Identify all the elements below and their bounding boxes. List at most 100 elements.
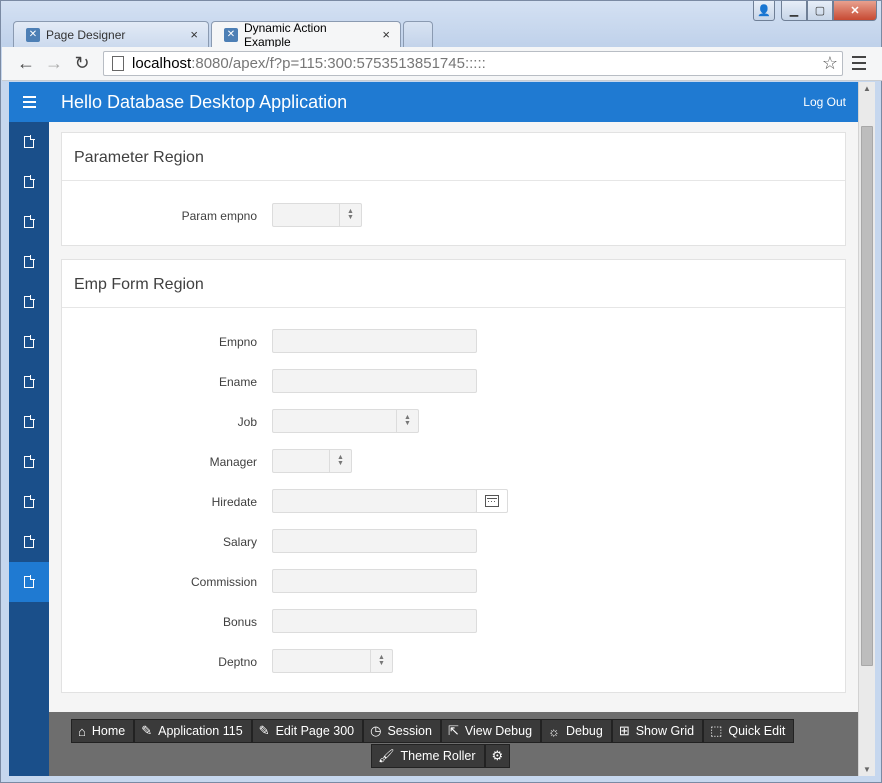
close-window-button[interactable]: ✕: [833, 1, 877, 21]
tab-label: Page Designer: [46, 27, 126, 42]
scroll-up-icon[interactable]: ▲: [863, 84, 871, 93]
dev-theme-roller-button[interactable]: 🖌 Theme Roller: [371, 744, 485, 768]
job-select[interactable]: ▲ ▼: [272, 409, 419, 433]
ename-input[interactable]: [272, 369, 477, 393]
page-icon: [24, 455, 35, 468]
grid-icon: ⊞: [618, 723, 630, 738]
tab-strip: ✕ Page Designer × ✕ Dynamic Action Examp…: [13, 20, 435, 49]
sidenav-item[interactable]: [9, 282, 49, 322]
bookmark-star-icon[interactable]: ☆: [822, 53, 838, 74]
sidenav-item-active[interactable]: [9, 562, 49, 602]
minimize-button[interactable]: ▁: [781, 1, 807, 21]
sidenav-item[interactable]: [9, 442, 49, 482]
page-icon: [24, 415, 35, 428]
close-tab-icon[interactable]: ×: [382, 27, 390, 42]
reload-icon[interactable]: ↻: [68, 50, 96, 78]
sidenav-item[interactable]: [9, 242, 49, 282]
vertical-scrollbar[interactable]: ▲ ▼: [858, 82, 875, 776]
browser-window: ✕ Page Designer × ✕ Dynamic Action Examp…: [0, 0, 882, 783]
dev-edit-page-button[interactable]: ✎ Edit Page 300: [251, 719, 364, 743]
tab-dynamic-action-example[interactable]: ✕ Dynamic Action Example ×: [211, 20, 401, 49]
page-icon: [24, 135, 35, 148]
home-icon: ⌂: [78, 723, 86, 739]
sidenav-item[interactable]: [9, 122, 49, 162]
back-arrow-icon[interactable]: ←: [12, 50, 40, 78]
dev-edit-page-label: Edit Page 300: [275, 724, 355, 738]
field-label: Manager: [209, 455, 257, 469]
tab-label: Dynamic Action Example: [243, 20, 327, 49]
dev-quick-edit-button[interactable]: ⬚ Quick Edit: [703, 719, 795, 743]
bug-icon: ☼: [548, 723, 560, 739]
commission-row: Commission: [62, 569, 847, 595]
dev-home-button[interactable]: ⌂ Home: [71, 719, 135, 743]
sidenav-item[interactable]: [9, 522, 49, 562]
address-bar[interactable]: localhost:8080/apex/f?p=115:300:57535138…: [103, 51, 843, 76]
salary-row: Salary: [62, 529, 847, 555]
dev-toolbar-row-2: 🖌 Theme Roller ⚙: [371, 744, 511, 768]
select-arrows-icon: ▲ ▼: [370, 650, 392, 672]
apex-favicon-icon: ✕: [26, 27, 40, 42]
field-label: Ename: [218, 375, 257, 389]
title-bar: ✕ Page Designer × ✕ Dynamic Action Examp…: [1, 1, 881, 49]
commission-input[interactable]: [272, 569, 477, 593]
page-icon: [24, 255, 35, 268]
url-host: localhost: [132, 55, 192, 72]
quick-edit-cursor-icon: ⬚: [710, 723, 723, 738]
hiredate-input[interactable]: [272, 489, 477, 513]
job-row: Job ▲ ▼: [62, 409, 847, 435]
browser-menu-icon[interactable]: [850, 53, 868, 73]
logout-link[interactable]: Log Out: [803, 95, 846, 109]
page-icon: [24, 535, 35, 548]
close-tab-icon[interactable]: ×: [190, 27, 198, 42]
dev-application-label: Application 115: [158, 724, 243, 738]
page-icon: [24, 295, 35, 308]
emp-form-region: Emp Form Region Empno Ename Job ▲ ▼ Manag: [61, 259, 846, 693]
scroll-down-icon[interactable]: ▼: [863, 765, 871, 774]
sidenav-item[interactable]: [9, 402, 49, 442]
tab-page-designer[interactable]: ✕ Page Designer ×: [13, 21, 209, 47]
new-tab-button[interactable]: [403, 21, 433, 47]
dev-theme-roller-label: Theme Roller: [400, 749, 476, 763]
field-label: Job: [237, 415, 257, 429]
dev-settings-button[interactable]: ⚙: [484, 744, 511, 768]
user-icon[interactable]: 👤: [753, 1, 775, 21]
dev-home-label: Home: [91, 724, 126, 738]
sidenav-item[interactable]: [9, 162, 49, 202]
dev-view-debug-button[interactable]: ⇱ View Debug: [440, 719, 542, 743]
scroll-thumb[interactable]: [861, 126, 873, 666]
bonus-row: Bonus: [62, 609, 847, 635]
dev-session-button[interactable]: ◷ Session: [363, 719, 441, 743]
main-content: Parameter Region Param empno ▲ ▼ Emp Form…: [49, 122, 858, 776]
bonus-input[interactable]: [272, 609, 477, 633]
region-title: Parameter Region: [62, 133, 845, 181]
field-label: Empno: [218, 335, 257, 349]
deptno-select[interactable]: ▲ ▼: [272, 649, 393, 673]
maximize-button[interactable]: ▢: [807, 1, 833, 21]
dev-show-grid-button[interactable]: ⊞ Show Grid: [611, 719, 704, 743]
apex-app: Hello Database Desktop Application Log O…: [9, 82, 858, 776]
sidenav-item[interactable]: [9, 482, 49, 522]
page-icon: [24, 335, 35, 348]
page-info-icon[interactable]: [112, 56, 124, 71]
sidenav-item[interactable]: [9, 202, 49, 242]
hamburger-menu-icon[interactable]: [9, 82, 49, 122]
empno-input[interactable]: [272, 329, 477, 353]
dev-quick-edit-label: Quick Edit: [728, 724, 786, 738]
ename-row: Ename: [62, 369, 847, 395]
sidenav-item[interactable]: [9, 362, 49, 402]
select-arrows-icon: ▲ ▼: [396, 410, 418, 432]
param-empno-select[interactable]: ▲ ▼: [272, 203, 362, 227]
app-title[interactable]: Hello Database Desktop Application: [61, 92, 347, 113]
date-picker-button[interactable]: [476, 489, 508, 513]
sidenav-item[interactable]: [9, 322, 49, 362]
dev-application-button[interactable]: ✎ Application 115: [134, 719, 252, 743]
forward-arrow-icon[interactable]: →: [40, 50, 68, 78]
page-icon: [24, 175, 35, 188]
window-controls: 👤 ▁ ▢ ✕: [753, 1, 877, 21]
param-empno-row: Param empno ▲ ▼: [62, 203, 847, 229]
salary-input[interactable]: [272, 529, 477, 553]
dev-debug-button[interactable]: ☼ Debug: [541, 719, 612, 743]
field-label: Bonus: [222, 615, 257, 629]
page-icon: [24, 495, 35, 508]
manager-select[interactable]: ▲ ▼: [272, 449, 352, 473]
